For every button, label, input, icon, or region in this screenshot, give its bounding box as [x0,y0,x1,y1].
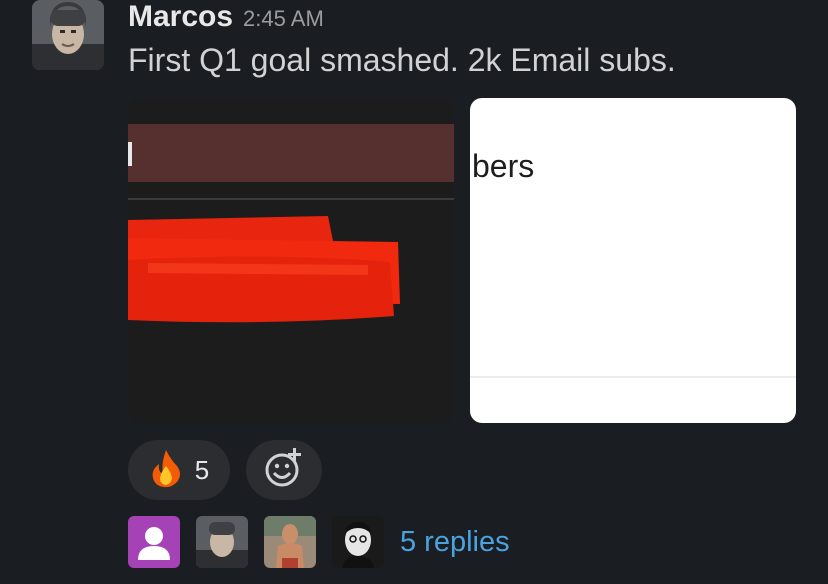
image-attachment-white[interactable]: bers [470,98,796,423]
participant-avatar-3[interactable] [264,516,316,568]
image-attachment-chart[interactable] [128,98,454,423]
message-header: Marcos 2:45 AM [128,0,324,36]
reaction-fire[interactable]: 5 [128,440,230,500]
reaction-count: 5 [194,454,210,485]
participant-avatar-1[interactable] [128,516,180,568]
message-text: First Q1 goal smashed. 2k Email subs. [128,42,676,78]
fire-icon [149,448,183,493]
add-reaction-button[interactable] [246,440,322,500]
author-avatar[interactable] [32,0,104,70]
chart-header-mark [128,142,132,166]
participant-avatar-4[interactable] [332,516,384,568]
add-reaction-icon [262,446,306,495]
participant-avatar-2[interactable] [196,516,248,568]
attachment-text-fragment: bers [472,148,535,184]
message-timestamp[interactable]: 2:45 AM [243,6,324,32]
chart-divider [128,198,454,200]
thread-replies-link[interactable]: 5 replies [400,526,510,559]
attachment-divider [470,376,796,378]
author-name[interactable]: Marcos [128,0,233,34]
thread-participants [128,516,384,568]
chart-header-band [128,124,454,182]
redacted-scribble [128,216,400,323]
